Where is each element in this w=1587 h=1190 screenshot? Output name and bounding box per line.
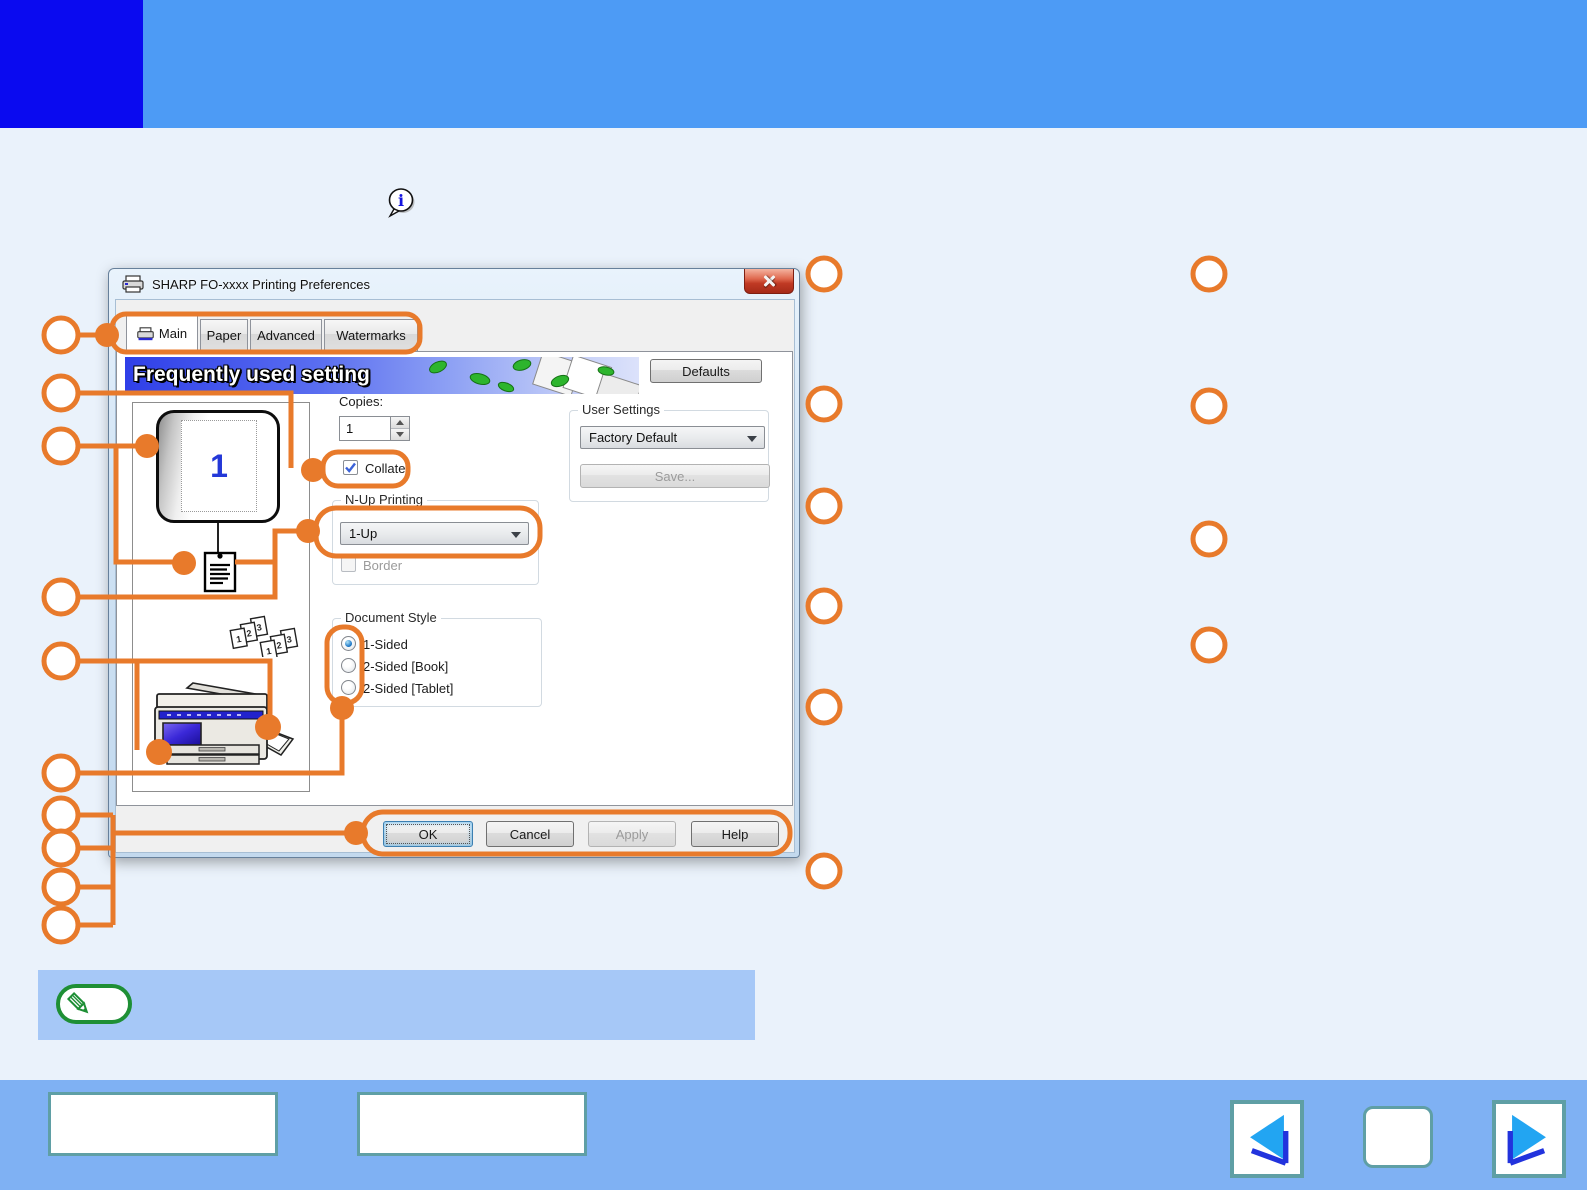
radio-1-sided-label: 1-Sided <box>363 637 408 652</box>
main-tab-page: Frequently used setting Defaults 1 <box>116 351 793 806</box>
callout-circle-desc-4 <box>808 590 840 622</box>
document-icon <box>203 551 237 596</box>
tab-watermarks-label: Watermarks <box>336 328 406 343</box>
save-button[interactable]: Save... <box>580 464 770 488</box>
nup-group-label: N-Up Printing <box>341 492 427 507</box>
callout-circle-left-9 <box>44 870 78 904</box>
stepper-down-button[interactable] <box>391 428 409 440</box>
dialog-title: SHARP FO-xxxx Printing Preferences <box>152 277 370 292</box>
border-label: Border <box>363 558 402 573</box>
note-band <box>38 970 755 1040</box>
user-settings-group-label: User Settings <box>578 402 664 417</box>
callout-circle-left-2 <box>44 376 78 410</box>
banner-title: Frequently used setting <box>133 363 370 387</box>
preview-page-image: 1 <box>156 410 280 523</box>
down-arrow-icon <box>396 432 404 437</box>
callout-circle-left-4 <box>44 580 78 614</box>
cancel-button[interactable]: Cancel <box>486 821 574 847</box>
callout-circle-desc-5 <box>808 691 840 723</box>
check-icon <box>344 461 357 474</box>
print-preview-panel: 1 <box>132 402 310 792</box>
printer-icon <box>122 275 144 293</box>
collate-checkbox[interactable] <box>343 460 358 475</box>
callout-circle-desc-3 <box>808 490 840 522</box>
help-button[interactable]: Help <box>691 821 779 847</box>
radio-2-sided-tablet[interactable] <box>341 680 356 695</box>
callout-circle-left-1 <box>44 318 78 352</box>
user-settings-selected-value: Factory Default <box>589 430 677 445</box>
previous-page-button[interactable] <box>1230 1100 1304 1178</box>
apply-button[interactable]: Apply <box>588 821 676 847</box>
copies-label: Copies: <box>339 394 383 409</box>
border-checkbox[interactable] <box>341 557 356 572</box>
footer-nav-box-right[interactable] <box>357 1092 587 1156</box>
preview-page-number: 1 <box>210 448 228 485</box>
printing-preferences-dialog: SHARP FO-xxxx Printing Preferences Main … <box>108 268 800 858</box>
tab-paper-label: Paper <box>207 328 242 343</box>
header-corner-square <box>0 0 143 128</box>
callout-circle-desc-7 <box>1193 258 1225 290</box>
user-settings-dropdown[interactable]: Factory Default <box>580 426 765 449</box>
callout-circle-desc-10 <box>1193 629 1225 661</box>
tab-advanced[interactable]: Advanced <box>250 319 322 352</box>
chevron-down-icon <box>511 532 521 538</box>
close-button[interactable] <box>744 269 794 294</box>
callout-circle-left-5 <box>44 644 78 678</box>
dialog-titlebar[interactable]: SHARP FO-xxxx Printing Preferences <box>109 269 799 299</box>
radio-1-sided[interactable] <box>341 636 356 651</box>
note-badge <box>56 984 132 1024</box>
radio-2-sided-book[interactable] <box>341 658 356 673</box>
forward-arrow-icon <box>1496 1104 1562 1174</box>
stepper-up-button[interactable] <box>391 417 409 428</box>
settings-banner: Frequently used setting <box>125 357 639 394</box>
nup-selected-value: 1-Up <box>349 526 377 541</box>
collate-pages-icon: 3 2 1 3 2 <box>229 611 299 660</box>
callout-circle-desc-1 <box>808 258 840 290</box>
callout-circle-left-3 <box>44 429 78 463</box>
chevron-down-icon <box>747 436 757 442</box>
banner-decoration-leaves <box>410 357 639 394</box>
callout-circle-left-10 <box>44 908 78 942</box>
next-page-button[interactable] <box>1492 1100 1566 1178</box>
document-style-group-label: Document Style <box>341 610 441 625</box>
callout-circle-left-7 <box>44 798 78 832</box>
up-arrow-icon <box>396 420 404 425</box>
svg-text:i: i <box>398 191 404 210</box>
close-icon <box>762 274 776 288</box>
copies-input[interactable]: 1 <box>339 416 391 441</box>
header-band <box>0 0 1587 128</box>
printer-illustration <box>141 673 297 772</box>
tab-main[interactable]: Main <box>126 315 198 352</box>
collate-label: Collate <box>365 461 405 476</box>
defaults-button[interactable]: Defaults <box>650 359 762 383</box>
callout-circle-desc-6 <box>808 855 840 887</box>
back-arrow-icon <box>1234 1104 1300 1174</box>
preview-sheet: 1 <box>181 420 257 512</box>
radio-2-sided-book-label: 2-Sided [Book] <box>363 659 448 674</box>
callout-circle-left-8 <box>44 831 78 865</box>
pencil-icon <box>65 990 93 1018</box>
callout-circle-desc-2 <box>808 388 840 420</box>
user-settings-group: User Settings <box>569 410 769 502</box>
radio-2-sided-tablet-label: 2-Sided [Tablet] <box>363 681 453 696</box>
callout-circle-left-6 <box>44 756 78 790</box>
tab-advanced-label: Advanced <box>257 328 315 343</box>
nup-dropdown[interactable]: 1-Up <box>340 522 529 545</box>
tab-main-label: Main <box>159 326 187 341</box>
tab-watermarks[interactable]: Watermarks <box>324 319 418 352</box>
tab-paper[interactable]: Paper <box>200 319 248 352</box>
footer-nav-band <box>0 1080 1587 1190</box>
footer-nav-box-left[interactable] <box>48 1092 278 1156</box>
copies-stepper[interactable] <box>391 416 410 441</box>
footer-nav-square-button[interactable] <box>1363 1106 1433 1168</box>
printer-tab-icon <box>137 327 154 341</box>
ok-button[interactable]: OK <box>383 821 473 847</box>
manual-page: i SHARP FO-xxxx Printing Preferences Mai… <box>0 0 1587 1190</box>
callout-circle-desc-8 <box>1193 390 1225 422</box>
callout-circle-desc-9 <box>1193 523 1225 555</box>
info-icon: i <box>387 186 417 220</box>
